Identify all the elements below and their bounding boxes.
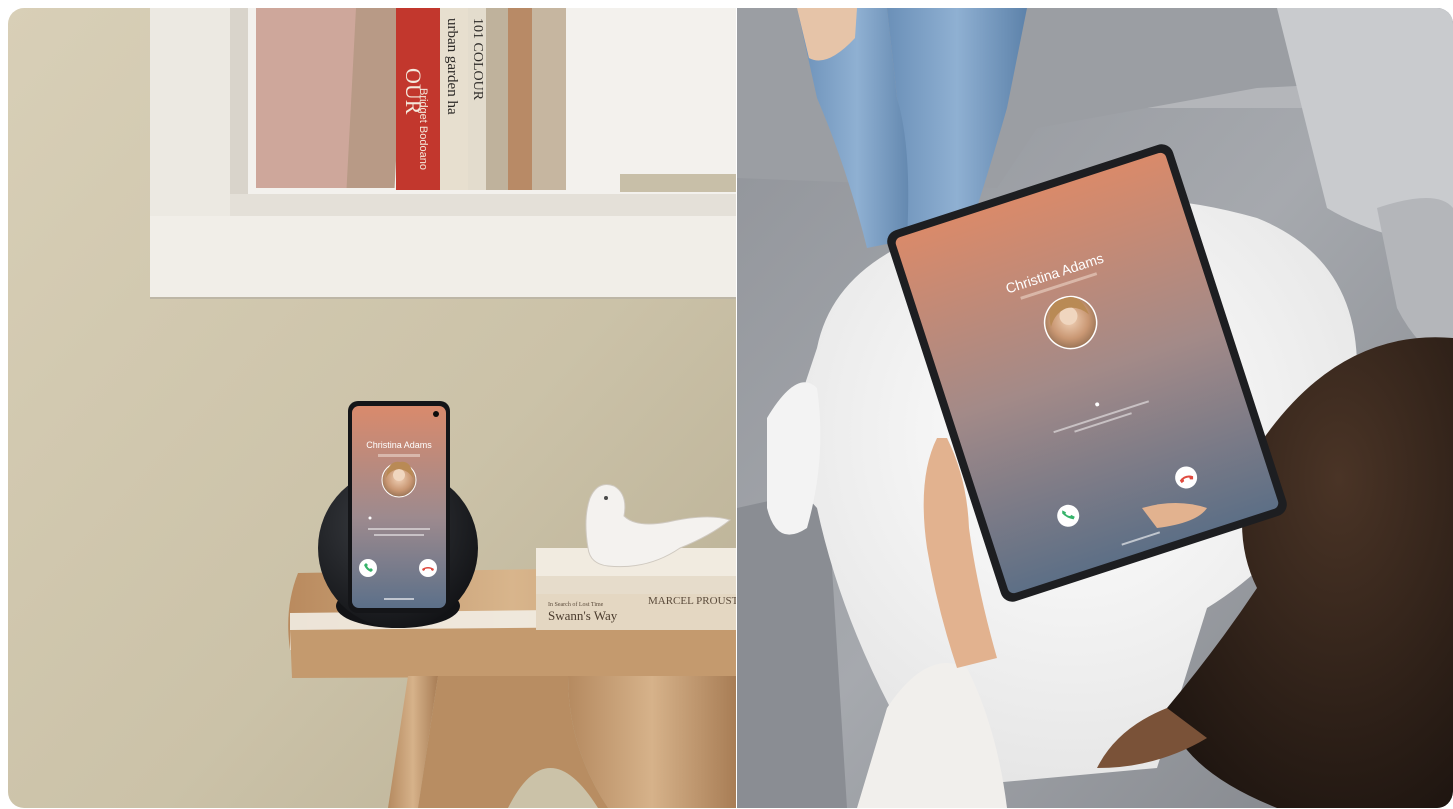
image-frame: OUR Bridget Bodoano urban garden ha 101 … [0, 0, 1453, 809]
book-spine-text-2: Bridget Bodoano [417, 88, 429, 170]
book-spine-text-4: 101 COLOUR [470, 18, 485, 101]
book-title-proust: MARCEL PROUST [648, 595, 736, 607]
right-photo: Christina Adams [737, 8, 1453, 808]
smartphone: Christina Adams [348, 401, 450, 613]
book-title-swann: Swann's Way [548, 608, 618, 623]
right-photo-panel: Christina Adams [737, 8, 1453, 808]
book-spine-text-3: urban garden ha [444, 18, 460, 115]
phone-caller-name: Christina Adams [366, 440, 432, 450]
left-photo: OUR Bridget Bodoano urban garden ha 101 … [8, 8, 736, 808]
left-photo-panel: OUR Bridget Bodoano urban garden ha 101 … [8, 8, 736, 808]
book-subtitle: In Search of Lost Time [548, 601, 604, 608]
